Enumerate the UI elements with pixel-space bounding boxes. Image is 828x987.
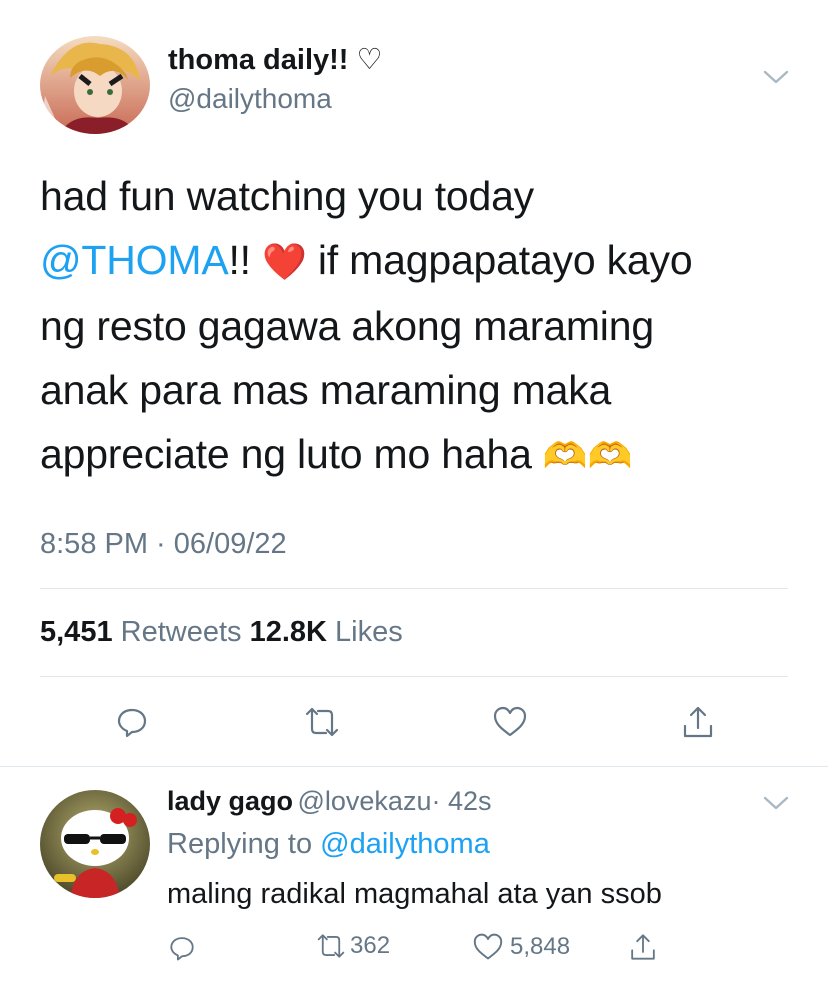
reply-retweet[interactable]: 362 — [316, 932, 390, 960]
like-count: 5,848 — [510, 933, 571, 960]
mention-link[interactable]: @THOMA — [40, 237, 229, 283]
like-icon[interactable] — [488, 700, 532, 744]
divider — [0, 766, 828, 767]
divider — [40, 676, 788, 677]
red-heart-emoji: ❤️ — [262, 241, 307, 282]
tweet-text: had fun watching you today @THOMA!! ❤️ i… — [40, 164, 800, 488]
chevron-down-icon[interactable] — [762, 792, 790, 814]
author-avatar[interactable] — [40, 36, 150, 134]
share-icon[interactable] — [626, 930, 660, 964]
tweet-timestamp[interactable]: 8:58 PM · 06/09/22 — [40, 528, 287, 561]
divider — [40, 588, 788, 589]
tweet-stats: 5,451 Retweets 12.8K Likes — [40, 616, 403, 649]
reply-icon[interactable] — [166, 932, 198, 964]
retweets-stat[interactable]: 5,451 Retweets — [40, 616, 250, 648]
reply-text: maling radikal magmahal ata yan ssob — [167, 878, 662, 910]
like-icon — [472, 932, 504, 962]
replying-to-mention[interactable]: @dailythoma — [320, 828, 490, 860]
reply-author-handle[interactable]: @lovekazu — [297, 786, 431, 816]
replying-to: Replying to @dailythoma — [167, 828, 490, 860]
tweet-text-line: had fun watching you today — [40, 173, 534, 219]
heart-hands-emoji: 🫶🫶 — [542, 435, 633, 476]
heart-outline-icon: ♡ — [356, 44, 383, 76]
share-icon[interactable] — [676, 700, 720, 744]
reply-avatar[interactable] — [40, 790, 150, 898]
reply-header: lady gago @lovekazu· 42s — [167, 786, 492, 817]
reply-author-name[interactable]: lady gago — [167, 786, 293, 816]
reply-time: · 42s — [431, 786, 492, 816]
chevron-down-icon[interactable] — [762, 66, 790, 88]
retweet-count: 362 — [350, 932, 391, 959]
reply-like[interactable]: 5,848 — [472, 932, 570, 962]
reply-icon[interactable] — [110, 700, 154, 744]
tweet-text-line: appreciate ng luto mo haha 🫶🫶 — [40, 431, 633, 477]
tweet-text-line: @THOMA!! ❤️ if magpapatayo kayo — [40, 237, 693, 283]
retweet-icon[interactable] — [300, 700, 344, 744]
author-name[interactable]: thoma daily!! ♡ — [168, 42, 383, 77]
author-handle[interactable]: @dailythoma — [168, 83, 332, 115]
retweet-icon — [316, 932, 346, 960]
likes-stat[interactable]: 12.8K Likes — [250, 616, 403, 648]
tweet-text-line: ng resto gagawa akong maraming — [40, 303, 654, 349]
tweet-text-line: anak para mas maraming maka — [40, 367, 612, 413]
